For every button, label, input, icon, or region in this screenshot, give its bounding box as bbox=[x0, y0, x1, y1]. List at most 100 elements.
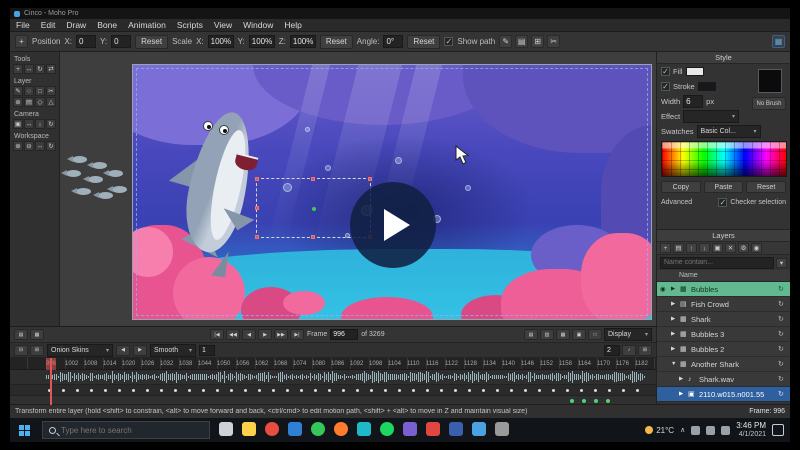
reset-button[interactable]: Reset bbox=[746, 181, 787, 193]
keyframe-dot[interactable] bbox=[258, 389, 261, 392]
keyframe-dot[interactable] bbox=[202, 389, 205, 392]
keyframe-dot[interactable] bbox=[454, 389, 457, 392]
keyframe-dot[interactable] bbox=[230, 389, 233, 392]
layer-row[interactable]: ▶ ▤ Fish Crowd ↻ bbox=[657, 297, 790, 312]
taskbar-app-app-red[interactable] bbox=[421, 418, 444, 442]
layer-row[interactable]: ▶ ▦ Bubbles 2 ↻ bbox=[657, 342, 790, 357]
stroke-checkbox[interactable] bbox=[661, 82, 670, 91]
keyframe-dot[interactable] bbox=[328, 389, 331, 392]
step-forward-button[interactable]: ▶▶ bbox=[274, 329, 288, 340]
transform-tool-icon[interactable]: + bbox=[15, 35, 28, 48]
scissors-icon[interactable]: ✂ bbox=[547, 35, 561, 48]
selection-handle[interactable] bbox=[368, 177, 372, 181]
selection-origin-point[interactable] bbox=[312, 207, 316, 211]
folder-icon[interactable]: ▤ bbox=[673, 243, 684, 253]
settings-gear-icon[interactable]: ⚙ bbox=[738, 243, 749, 253]
expand-arrow-icon[interactable]: ▶ bbox=[679, 376, 686, 382]
menu-view[interactable]: View bbox=[214, 20, 232, 30]
keyframe-dot[interactable] bbox=[146, 389, 149, 392]
fill-tool-icon[interactable]: ▤ bbox=[24, 97, 34, 107]
tray-chevron-icon[interactable]: ∧ bbox=[680, 426, 685, 434]
menu-animation[interactable]: Animation bbox=[128, 20, 166, 30]
stroke-width-input[interactable] bbox=[683, 95, 704, 108]
onion-skins-dropdown[interactable]: Onion Skins bbox=[47, 343, 113, 357]
keyframe-dot[interactable] bbox=[412, 389, 415, 392]
expand-arrow-icon[interactable]: ▶ bbox=[671, 301, 678, 307]
keyframe-dot[interactable] bbox=[174, 389, 177, 392]
color-palette[interactable] bbox=[661, 141, 787, 177]
keyframe-dot[interactable] bbox=[398, 389, 401, 392]
onion-before-icon[interactable]: ⊟ bbox=[14, 344, 28, 356]
selection-handle[interactable] bbox=[311, 177, 315, 181]
move-down-icon[interactable]: ↓ bbox=[699, 243, 710, 253]
layer-filter-input[interactable] bbox=[660, 256, 774, 269]
layer-row[interactable]: ▶ ♪ Shark.wav ↻ bbox=[657, 372, 790, 387]
layer-row[interactable]: ▶ ▣ 2110.w015.n001.55 ↻ bbox=[657, 387, 790, 402]
layer-row[interactable]: ▶ ▦ Bubbles 3 ↻ bbox=[657, 327, 790, 342]
filter-options-icon[interactable]: ▾ bbox=[776, 257, 787, 268]
collapse-arrow-icon[interactable]: ▼ bbox=[671, 361, 678, 367]
jump-start-button[interactable]: |◀ bbox=[210, 329, 224, 340]
keyframe-dot[interactable] bbox=[538, 389, 541, 392]
taskbar-app-file-explorer[interactable] bbox=[237, 418, 260, 442]
taskbar-app-music-green[interactable] bbox=[375, 418, 398, 442]
keyframe-dot[interactable] bbox=[636, 389, 639, 392]
taskbar-app-app-orange[interactable] bbox=[329, 418, 352, 442]
menu-window[interactable]: Window bbox=[243, 20, 273, 30]
keyframe-dot[interactable] bbox=[608, 389, 611, 392]
play-button[interactable]: ▶ bbox=[258, 329, 272, 340]
keyframe-dot[interactable] bbox=[468, 389, 471, 392]
advanced-link[interactable]: Advanced bbox=[661, 199, 692, 206]
camera-track-tool-icon[interactable]: ▣ bbox=[13, 119, 23, 129]
scale-z-input[interactable] bbox=[289, 35, 316, 48]
keyframe-dot-green[interactable] bbox=[594, 399, 598, 403]
layers-name-column-header[interactable]: Name bbox=[657, 270, 790, 282]
draw-tool-icon[interactable]: ✎ bbox=[13, 86, 23, 96]
selection-handle[interactable] bbox=[311, 235, 315, 239]
layer-animation-icon[interactable]: ↻ bbox=[778, 285, 787, 293]
selection-handle[interactable] bbox=[255, 177, 259, 181]
scale-tool-icon[interactable]: ⇄ bbox=[46, 64, 56, 74]
keyframe-dot[interactable] bbox=[622, 389, 625, 392]
layer-animation-icon[interactable]: ↻ bbox=[778, 345, 787, 353]
scale-x-input[interactable] bbox=[207, 35, 234, 48]
keyframe-dot[interactable] bbox=[580, 389, 583, 392]
show-path-checkbox[interactable] bbox=[444, 37, 454, 46]
effect-dropdown[interactable] bbox=[683, 110, 740, 123]
orbit-workspace-tool-icon[interactable]: ↻ bbox=[46, 141, 56, 151]
visibility-eye-icon[interactable]: ◉ bbox=[660, 285, 669, 293]
onion-after-icon[interactable]: ⊞ bbox=[30, 344, 44, 356]
polygon-tool-icon[interactable]: △ bbox=[46, 97, 56, 107]
fill-color-swatch[interactable] bbox=[685, 67, 704, 76]
expand-arrow-icon[interactable]: ▶ bbox=[671, 331, 678, 337]
keyframe-dot-green[interactable] bbox=[570, 399, 574, 403]
keyframe-dot[interactable] bbox=[440, 389, 443, 392]
copy-button[interactable]: Copy bbox=[661, 181, 701, 193]
view-mode-2-icon[interactable]: ▥ bbox=[540, 329, 554, 340]
paste-button[interactable]: Paste bbox=[703, 181, 744, 193]
keyframe-dot[interactable] bbox=[244, 389, 247, 392]
taskbar-app-task-view[interactable] bbox=[214, 418, 237, 442]
rectangle-tool-icon[interactable]: □ bbox=[35, 86, 45, 96]
layer-row[interactable]: ▼ ▦ Another Shark ↻ bbox=[657, 357, 790, 372]
translate-tool-icon[interactable]: ↔ bbox=[24, 64, 34, 74]
keyframe-dot[interactable] bbox=[286, 389, 289, 392]
keyframe-dot-green[interactable] bbox=[582, 399, 586, 403]
channel-value-input[interactable] bbox=[604, 344, 620, 356]
menu-edit[interactable]: Edit bbox=[41, 20, 56, 30]
notification-center-icon[interactable] bbox=[772, 424, 784, 436]
keyframe-dot[interactable] bbox=[104, 389, 107, 392]
display-dropdown[interactable]: Display bbox=[604, 328, 652, 341]
expand-arrow-icon[interactable]: ▶ bbox=[679, 391, 686, 397]
keyframe-dot[interactable] bbox=[510, 389, 513, 392]
keyframe-dot[interactable] bbox=[132, 389, 135, 392]
angle-input[interactable] bbox=[383, 35, 404, 48]
zoom-in-tool-icon[interactable]: ⊕ bbox=[13, 141, 23, 151]
view-mode-1-icon[interactable]: ▤ bbox=[524, 329, 538, 340]
keyframe-dot[interactable] bbox=[90, 389, 93, 392]
layer-animation-icon[interactable]: ↻ bbox=[778, 300, 787, 308]
keyframe-dot[interactable] bbox=[216, 389, 219, 392]
layer-animation-icon[interactable]: ↻ bbox=[778, 390, 787, 398]
layer-animation-icon[interactable]: ↻ bbox=[778, 315, 787, 323]
next-frame-arrow[interactable]: ▶ bbox=[133, 344, 147, 356]
